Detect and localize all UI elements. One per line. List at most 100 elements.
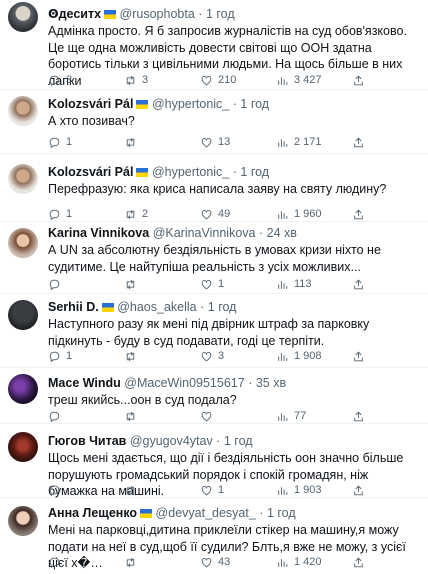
author-name[interactable]: Kolozsvári Pál <box>48 165 133 179</box>
timestamp[interactable]: 1 год <box>206 7 235 21</box>
tweet-header: Karina Vinnikova @KarinaVinnikova · 24 х… <box>48 225 420 241</box>
author-handle[interactable]: @KarinaVinnikova <box>153 226 256 240</box>
tweet[interactable]: Karina Vinnikova @KarinaVinnikova · 24 х… <box>0 222 428 294</box>
author-handle[interactable]: @hypertonic_ <box>152 97 229 111</box>
views-button[interactable]: 1 420 <box>276 554 322 570</box>
author-handle[interactable]: @haos_akella <box>117 300 196 314</box>
retweet-button[interactable] <box>124 482 142 498</box>
tweet[interactable]: Kolozsvári Pál @hypertonic_ · 1 год А хт… <box>0 90 428 154</box>
author-handle[interactable]: @hypertonic_ <box>152 165 229 179</box>
avatar[interactable] <box>8 228 38 258</box>
author-name[interactable]: Mace Windu <box>48 376 121 390</box>
tweet[interactable]: Гюгов Читав @gyugov4ytav · 1 год Щось ме… <box>0 424 428 498</box>
author-name[interactable]: Karina Vinnikova <box>48 226 149 240</box>
like-button[interactable]: 1 <box>200 276 224 292</box>
views-button[interactable]: 1 903 <box>276 482 322 498</box>
like-button[interactable]: 210 <box>200 72 236 88</box>
timestamp[interactable]: 1 год <box>240 165 269 179</box>
author-name[interactable]: Kolozsvári Pál <box>48 97 133 111</box>
author-handle[interactable]: @MaceWin09515617 <box>124 376 244 390</box>
author-name[interactable]: Ꙩдеситх <box>48 7 101 21</box>
like-button[interactable]: 3 <box>200 348 224 364</box>
views-button[interactable]: 1 908 <box>276 348 322 364</box>
retweet-icon <box>126 351 135 361</box>
retweet-button[interactable]: 2 <box>124 206 148 222</box>
retweet-button[interactable] <box>124 134 142 150</box>
author-handle[interactable]: @rusophobta <box>120 7 195 21</box>
reply-button[interactable] <box>48 408 66 424</box>
timestamp[interactable]: 24 хв <box>267 226 297 240</box>
tweet[interactable]: Kolozsvári Pál @hypertonic_ · 1 год Пере… <box>0 154 428 222</box>
retweet-count: 3 <box>142 74 149 86</box>
reply-button[interactable] <box>48 276 66 292</box>
share-button[interactable] <box>352 408 365 424</box>
share-button[interactable] <box>352 482 365 498</box>
share-button[interactable] <box>352 554 365 570</box>
tweet-actions: 1 3 1 908 <box>48 348 420 364</box>
author-handle[interactable]: @gyugov4ytav <box>130 434 213 448</box>
author-handle[interactable]: @devyat_desyat_ <box>156 506 256 520</box>
views-button[interactable]: 2 171 <box>276 134 322 150</box>
retweet-button[interactable]: 3 <box>124 72 148 88</box>
reply-button[interactable]: 1 <box>48 206 72 222</box>
like-count: 210 <box>218 74 237 86</box>
reply-button[interactable] <box>48 482 66 498</box>
timestamp[interactable]: 35 хв <box>256 376 286 390</box>
author-name[interactable]: Serhii D. <box>48 300 99 314</box>
tweet-actions: 1 13 2 171 <box>48 134 420 150</box>
share-icon <box>354 209 363 219</box>
dot-separator: · <box>232 165 237 179</box>
reply-button[interactable]: 1 <box>48 134 72 150</box>
views-button[interactable]: 1 960 <box>276 206 322 222</box>
retweet-button[interactable] <box>124 554 142 570</box>
view-count: 77 <box>294 410 307 422</box>
views-button[interactable]: 3 427 <box>276 72 322 88</box>
tweet-text: Наступного разу як мені під двірник штра… <box>48 317 370 348</box>
share-icon <box>354 557 363 567</box>
like-button[interactable] <box>200 408 218 424</box>
avatar[interactable] <box>8 506 38 536</box>
reply-button[interactable]: 1 <box>48 348 72 364</box>
timestamp[interactable]: 1 год <box>208 300 237 314</box>
retweet-icon <box>126 75 135 85</box>
avatar[interactable] <box>8 2 38 32</box>
like-count: 43 <box>218 556 231 568</box>
share-button[interactable] <box>352 348 365 364</box>
share-button[interactable] <box>352 72 365 88</box>
views-icon <box>278 280 288 289</box>
avatar[interactable] <box>8 374 38 404</box>
author-name[interactable]: Гюгов Читав <box>48 434 126 448</box>
share-button[interactable] <box>352 206 365 222</box>
reply-button[interactable]: 3 <box>48 72 72 88</box>
avatar[interactable] <box>8 96 38 126</box>
tweet[interactable]: Mace Windu @MaceWin09515617 · 35 хв треш… <box>0 368 428 424</box>
timestamp[interactable]: 1 год <box>240 97 269 111</box>
views-button[interactable]: 77 <box>276 408 306 424</box>
retweet-button[interactable] <box>124 408 142 424</box>
like-button[interactable]: 1 <box>200 482 224 498</box>
avatar[interactable] <box>8 300 38 330</box>
views-button[interactable]: 113 <box>276 276 312 292</box>
like-button[interactable]: 13 <box>200 134 230 150</box>
dot-separator: · <box>200 300 205 314</box>
tweet-header: Kolozsvári Pál @hypertonic_ · 1 год <box>48 164 420 180</box>
tweet[interactable]: Анна Лещенко @devyat_desyat_ · 1 год Мен… <box>0 498 428 574</box>
timestamp[interactable]: 1 год <box>224 434 253 448</box>
heart-icon <box>201 411 212 421</box>
like-button[interactable]: 43 <box>200 554 230 570</box>
share-button[interactable] <box>352 134 365 150</box>
timestamp[interactable]: 1 год <box>267 506 296 520</box>
avatar[interactable] <box>8 164 38 194</box>
tweet[interactable]: Serhii D. @haos_akella · 1 год Наступног… <box>0 294 428 368</box>
avatar[interactable] <box>8 432 38 462</box>
like-button[interactable]: 49 <box>200 206 230 222</box>
tweet-text: треш якийсь...оон в суд подала? <box>48 393 237 407</box>
share-icon <box>354 485 363 495</box>
tweet[interactable]: Ꙩдеситх @rusophobta · 1 год Адмінка прос… <box>0 0 428 90</box>
retweet-count: 2 <box>142 208 149 220</box>
author-name[interactable]: Анна Лещенко <box>48 506 137 520</box>
retweet-button[interactable] <box>124 276 142 292</box>
retweet-button[interactable] <box>124 348 142 364</box>
share-button[interactable] <box>352 276 365 292</box>
reply-button[interactable] <box>48 554 66 570</box>
